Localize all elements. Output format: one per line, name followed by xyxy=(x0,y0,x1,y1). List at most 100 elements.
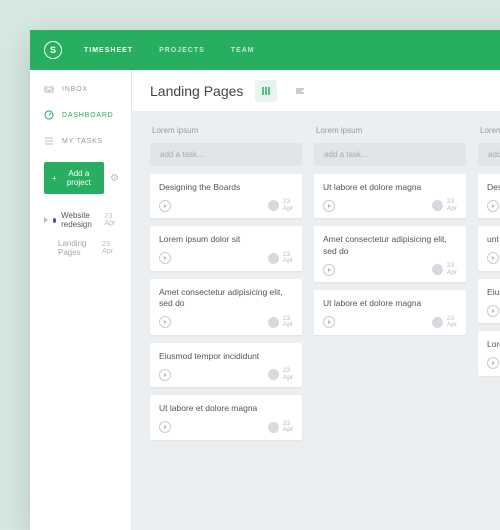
task-card[interactable]: Amet consectetur adipisicing elit, sed d… xyxy=(150,279,302,335)
app-window: S TIMESHEET PROJECTS TEAM INBOX DASHBOAR… xyxy=(30,30,500,530)
avatar xyxy=(268,200,279,211)
play-icon[interactable] xyxy=(323,264,335,276)
card-date: 23Apr xyxy=(283,199,293,212)
task-card[interactable]: Designin 23Apr xyxy=(478,174,500,218)
task-card[interactable]: Lorem ip23Apr xyxy=(478,331,500,375)
card-right: 23Apr xyxy=(432,199,457,212)
app-body: INBOX DASHBOARD MY TASKS + Add a project… xyxy=(30,70,500,530)
card-date: 23Apr xyxy=(447,316,457,329)
task-card[interactable]: Lorem ipsum dolor sit23Apr xyxy=(150,226,302,270)
card-meta: 23Apr xyxy=(487,199,500,212)
card-meta: 23Apr xyxy=(487,304,500,317)
add-task-input[interactable]: add a task... xyxy=(478,143,500,166)
sidebar-label-inbox: INBOX xyxy=(62,86,88,93)
card-title: Eiusmod tempor incididunt xyxy=(159,351,293,362)
task-card[interactable]: unt ut la23Apr xyxy=(478,226,500,270)
play-icon[interactable] xyxy=(487,252,499,264)
column-title: Lorem ipsum xyxy=(314,124,466,143)
nav-timesheet[interactable]: TIMESHEET xyxy=(84,47,133,54)
card-meta: 23Apr xyxy=(487,357,500,370)
gear-icon[interactable]: ⚙ xyxy=(110,173,119,184)
card-meta: 23Apr xyxy=(323,199,457,212)
main-header: Landing Pages xyxy=(132,70,500,112)
play-icon[interactable] xyxy=(159,421,171,433)
play-icon[interactable] xyxy=(323,316,335,328)
board-column: Lorem ipsumadd a task... Designing the Bo… xyxy=(150,124,302,518)
task-card[interactable]: Ut labore et dolore magna 23Apr xyxy=(314,290,466,334)
play-icon[interactable] xyxy=(487,305,499,317)
brand-logo[interactable]: S xyxy=(44,41,62,59)
card-meta: 23Apr xyxy=(159,316,293,329)
card-right: 23Apr xyxy=(268,252,293,265)
lines-icon xyxy=(295,86,305,96)
avatar xyxy=(432,317,443,328)
play-icon[interactable] xyxy=(159,252,171,264)
column-title: Lorem ipsum xyxy=(478,124,500,143)
card-meta: 23Apr xyxy=(159,252,293,265)
card-meta: 23Apr xyxy=(323,316,457,329)
nav-team[interactable]: TEAM xyxy=(231,47,255,54)
task-card[interactable]: Amet consectetur adipisicing elit, sed d… xyxy=(314,226,466,282)
add-project-button[interactable]: + Add a project xyxy=(44,162,104,194)
card-meta: 23Apr xyxy=(323,263,457,276)
view-list-button[interactable] xyxy=(289,80,311,102)
sidebar: INBOX DASHBOARD MY TASKS + Add a project… xyxy=(30,70,132,530)
list-icon xyxy=(44,136,54,146)
card-date: 23Apr xyxy=(283,421,293,434)
subproject-name: Landing Pages xyxy=(58,239,97,257)
task-card[interactable]: Designing the Boards 23Apr xyxy=(150,174,302,218)
task-card[interactable]: Eiusmod tempor incididunt 23Apr xyxy=(150,343,302,387)
sidebar-item-mytasks[interactable]: MY TASKS xyxy=(30,128,131,154)
play-icon[interactable] xyxy=(487,200,499,212)
task-card[interactable]: Eiusmod 23Apr xyxy=(478,279,500,323)
play-icon[interactable] xyxy=(487,357,499,369)
view-board-button[interactable] xyxy=(255,80,277,102)
subproject-row[interactable]: Landing Pages 23 Apr xyxy=(40,234,121,262)
sidebar-item-dashboard[interactable]: DASHBOARD xyxy=(30,102,131,128)
card-right: 23Apr xyxy=(268,199,293,212)
column-title: Lorem ipsum xyxy=(150,124,302,143)
card-right: 23Apr xyxy=(268,316,293,329)
project-color-dot xyxy=(53,218,56,223)
sidebar-label-mytasks: MY TASKS xyxy=(62,138,103,145)
card-right: 23Apr xyxy=(268,368,293,381)
card-right: 23Apr xyxy=(432,316,457,329)
avatar xyxy=(268,317,279,328)
card-meta: 23Apr xyxy=(159,368,293,381)
page-title: Landing Pages xyxy=(150,83,243,99)
nav-projects[interactable]: PROJECTS xyxy=(159,47,205,54)
sidebar-item-inbox[interactable]: INBOX xyxy=(30,76,131,102)
play-icon[interactable] xyxy=(323,200,335,212)
card-title: Ut labore et dolore magna xyxy=(323,298,457,309)
task-card[interactable]: Ut labore et dolore magna23Apr xyxy=(150,395,302,439)
project-row[interactable]: Website redesign 23 Apr xyxy=(40,206,121,234)
task-card[interactable]: Ut labore et dolore magna23Apr xyxy=(314,174,466,218)
card-date: 23Apr xyxy=(283,316,293,329)
columns-icon xyxy=(261,86,271,96)
project-name: Website redesign xyxy=(61,211,99,229)
play-icon[interactable] xyxy=(159,200,171,212)
avatar xyxy=(268,422,279,433)
card-right: 23Apr xyxy=(432,263,457,276)
project-list: Website redesign 23 Apr Landing Pages 23… xyxy=(30,202,131,262)
avatar xyxy=(268,369,279,380)
plus-icon: + xyxy=(52,174,57,183)
card-title: Amet consectetur adipisicing elit, sed d… xyxy=(159,287,293,310)
add-task-input[interactable]: add a task... xyxy=(150,143,302,166)
card-title: Amet consectetur adipisicing elit, sed d… xyxy=(323,234,457,257)
board-column: Lorem ipsumadd a task... Ut labore et dol… xyxy=(314,124,466,518)
kanban-board: Lorem ipsumadd a task...Designing the Bo… xyxy=(132,112,500,530)
board-column: Lorem ipsumadd a task... Designin 23Apr unt… xyxy=(478,124,500,518)
card-meta: 23Apr xyxy=(159,421,293,434)
play-icon[interactable] xyxy=(159,369,171,381)
play-icon[interactable] xyxy=(159,316,171,328)
subproject-date: 23 Apr xyxy=(102,241,117,255)
inbox-icon xyxy=(44,84,54,94)
card-title: Designin xyxy=(487,182,500,193)
main-area: Landing Pages Lorem ipsumadd a task...De… xyxy=(132,70,500,530)
card-title: Eiusmod xyxy=(487,287,500,298)
card-title: Designing the Boards xyxy=(159,182,293,193)
add-task-input[interactable]: add a task... xyxy=(314,143,466,166)
card-date: 23Apr xyxy=(283,368,293,381)
add-project-row: + Add a project ⚙ xyxy=(30,154,131,202)
